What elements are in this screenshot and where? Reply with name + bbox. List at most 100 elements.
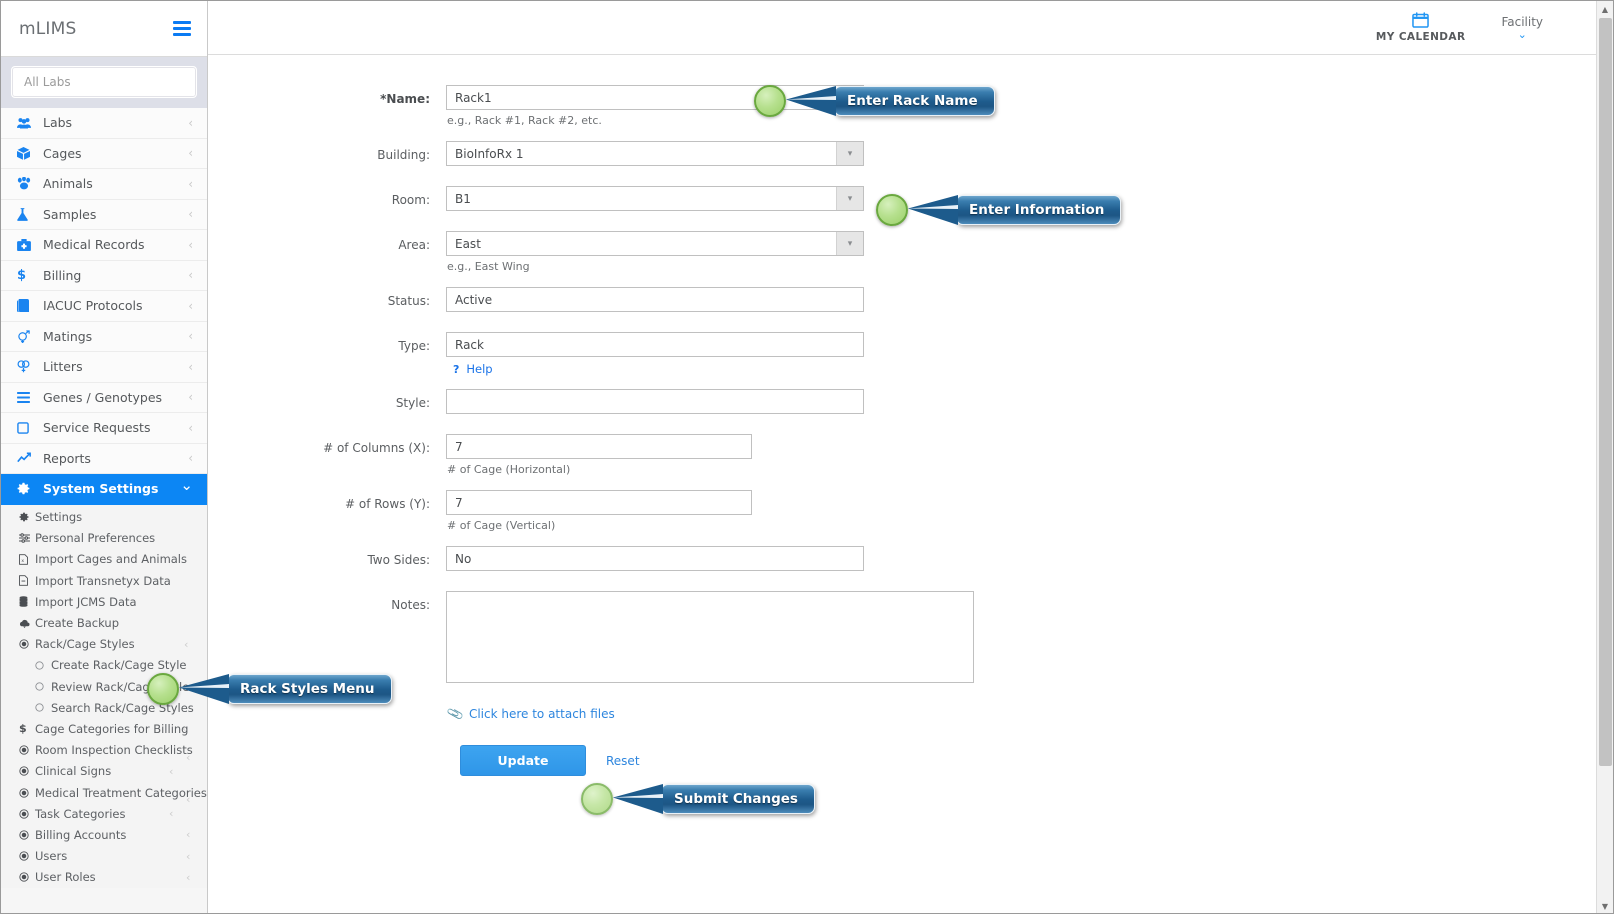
my-calendar-button[interactable]: MY CALENDAR xyxy=(1376,12,1466,43)
sidebar-item-samples[interactable]: Samples ‹ xyxy=(1,199,207,230)
room-input[interactable] xyxy=(447,187,836,210)
sidebar: mLIMS Labs ‹ Cages ‹ xyxy=(1,1,208,913)
submenu-item-user-roles[interactable]: User Roles ‹ xyxy=(1,867,207,888)
vertical-scrollbar[interactable]: ▲ ▼ xyxy=(1596,1,1613,913)
submenu-item-label: Import Cages and Animals xyxy=(35,552,187,567)
submenu-item-label: Personal Preferences xyxy=(35,531,156,546)
submenu-item-label: Clinical Signs xyxy=(35,764,112,779)
sidebar-item-litters[interactable]: Litters ‹ xyxy=(1,352,207,383)
chevron-left-icon: ‹ xyxy=(188,329,193,344)
chevron-left-icon: ‹ xyxy=(184,637,189,651)
status-input[interactable] xyxy=(446,287,864,312)
submenu-item-settings[interactable]: Settings xyxy=(1,507,207,528)
rows-control: # of Cage (Vertical) xyxy=(446,490,752,532)
submenu-item-billing-accounts[interactable]: Billing Accounts ‹ xyxy=(1,824,207,845)
submenu-item-personal-preferences[interactable]: Personal Preferences xyxy=(1,528,207,549)
form-row-building: Building: ▾ xyxy=(208,141,1613,166)
submenu-item-task-categories[interactable]: Task Categories ‹ xyxy=(1,803,207,824)
submenu-item-users[interactable]: Users ‹ xyxy=(1,846,207,867)
radio-dot-icon xyxy=(19,639,35,649)
rack-style-form: *Name: e.g., Rack #1, Rack #2, etc. Buil… xyxy=(208,55,1613,776)
rows-input[interactable] xyxy=(446,490,752,515)
area-select[interactable]: ▾ xyxy=(446,231,864,256)
scrollbar-thumb[interactable] xyxy=(1599,18,1612,766)
rows-hint: # of Cage (Vertical) xyxy=(447,519,556,532)
submenu-item-medical-treatment-categories[interactable]: Medical Treatment Categories ‹ xyxy=(1,782,207,806)
chevron-left-icon: ‹ xyxy=(188,146,193,161)
room-select[interactable]: ▾ xyxy=(446,186,864,211)
submenu-item-import-transnetyx-data[interactable]: Import Transnetyx Data xyxy=(1,570,207,591)
sidebar-brand-bar: mLIMS xyxy=(1,1,207,57)
submenu-item-import-jcms-data[interactable]: Import JCMS Data xyxy=(1,591,207,612)
radio-dot-icon xyxy=(19,851,35,861)
lab-search-input[interactable] xyxy=(11,66,197,98)
submenu-item-review-rack-cage-styles[interactable]: Review Rack/Cage Styles xyxy=(1,676,207,697)
area-input[interactable] xyxy=(447,232,836,255)
sidebar-item-matings[interactable]: Matings ‹ xyxy=(1,321,207,352)
type-input[interactable] xyxy=(446,332,864,357)
attach-files-row[interactable]: 📎 Click here to attach files xyxy=(208,705,1613,723)
form-row-notes: Notes: xyxy=(208,591,1613,687)
sidebar-item-label: System Settings xyxy=(43,481,159,497)
sidebar-item-iacuc-protocols[interactable]: IACUC Protocols ‹ xyxy=(1,291,207,322)
building-input[interactable] xyxy=(447,142,836,165)
submenu-item-clinical-signs[interactable]: Clinical Signs ‹ xyxy=(1,761,207,782)
submenu-item-room-inspection-checklists[interactable]: Room Inspection Checklists ‹ xyxy=(1,740,207,764)
form-row-status: Status: xyxy=(208,287,1613,312)
submenu-item-create-backup[interactable]: Create Backup xyxy=(1,612,207,633)
name-input[interactable] xyxy=(446,85,864,110)
radio-dot-icon xyxy=(19,766,35,776)
submenu-item-cage-categories-for-billing[interactable]: $ Cage Categories for Billing ‹ xyxy=(1,718,207,739)
sidebar-item-reports[interactable]: Reports ‹ xyxy=(1,443,207,474)
facility-selector[interactable]: Facility ⌄ xyxy=(1501,15,1543,40)
attach-files-link[interactable]: Click here to attach files xyxy=(469,707,615,721)
sidebar-item-genes-genotypes[interactable]: Genes / Genotypes ‹ xyxy=(1,382,207,413)
chevron-down-icon[interactable]: ▾ xyxy=(836,187,863,210)
submenu-item-rack-cage-styles[interactable]: Rack/Cage Styles ‹ xyxy=(1,634,207,655)
sidebar-item-medical-records[interactable]: Medical Records ‹ xyxy=(1,230,207,261)
reset-button[interactable]: Reset xyxy=(606,754,640,768)
area-label: Area: xyxy=(398,238,430,252)
gear-icon xyxy=(19,512,35,522)
type-help[interactable]: ? Help xyxy=(446,362,864,376)
note-icon xyxy=(17,421,39,434)
database-icon xyxy=(19,596,35,608)
submenu-item-search-rack-cage-styles[interactable]: Search Rack/Cage Styles xyxy=(1,697,207,718)
my-calendar-label: MY CALENDAR xyxy=(1375,31,1466,43)
sidebar-item-system-settings[interactable]: System Settings ⌄ xyxy=(1,474,207,505)
submenu-item-label: Task Categories xyxy=(35,806,126,821)
building-select[interactable]: ▾ xyxy=(446,141,864,166)
scroll-down-arrow[interactable]: ▼ xyxy=(1597,898,1613,913)
lab-search-container xyxy=(1,57,207,108)
notes-textarea[interactable] xyxy=(446,591,974,683)
app-brand-title: mLIMS xyxy=(19,18,77,39)
chevron-left-icon: ‹ xyxy=(188,268,193,283)
room-control: ▾ xyxy=(446,186,864,211)
columns-input[interactable] xyxy=(446,434,752,459)
application-window: mLIMS Labs ‹ Cages ‹ xyxy=(0,0,1614,914)
chevron-down-icon[interactable]: ▾ xyxy=(836,232,863,255)
sidebar-item-labs[interactable]: Labs ‹ xyxy=(1,108,207,139)
sidebar-item-animals[interactable]: Animals ‹ xyxy=(1,169,207,200)
chevron-down-icon[interactable]: ▾ xyxy=(836,142,863,165)
two-sides-input[interactable] xyxy=(446,546,864,571)
litters-icon xyxy=(17,360,39,373)
submenu-item-import-cages-and-animals[interactable]: x Import Cages and Animals xyxy=(1,549,207,570)
scroll-up-arrow[interactable]: ▲ xyxy=(1597,1,1613,18)
submenu-item-create-rack-cage-style[interactable]: Create Rack/Cage Style xyxy=(1,655,207,676)
form-row-type: Type: ? Help xyxy=(208,332,1613,376)
submenu-item-label: Import Transnetyx Data xyxy=(35,573,171,588)
chevron-left-icon: ‹ xyxy=(188,207,193,222)
name-control: e.g., Rack #1, Rack #2, etc. xyxy=(446,85,864,127)
chevron-left-icon: ‹ xyxy=(188,298,193,313)
update-button[interactable]: Update xyxy=(460,745,586,776)
style-input[interactable] xyxy=(446,389,864,414)
sidebar-item-service-requests[interactable]: Service Requests ‹ xyxy=(1,413,207,444)
help-link[interactable]: Help xyxy=(466,362,492,376)
room-label: Room: xyxy=(391,193,430,207)
hamburger-icon[interactable] xyxy=(173,21,191,36)
sidebar-item-billing[interactable]: $ Billing ‹ xyxy=(1,260,207,291)
form-row-room: Room: ▾ xyxy=(208,186,1613,211)
submenu-item-label: Users xyxy=(35,849,68,864)
sidebar-item-cages[interactable]: Cages ‹ xyxy=(1,138,207,169)
